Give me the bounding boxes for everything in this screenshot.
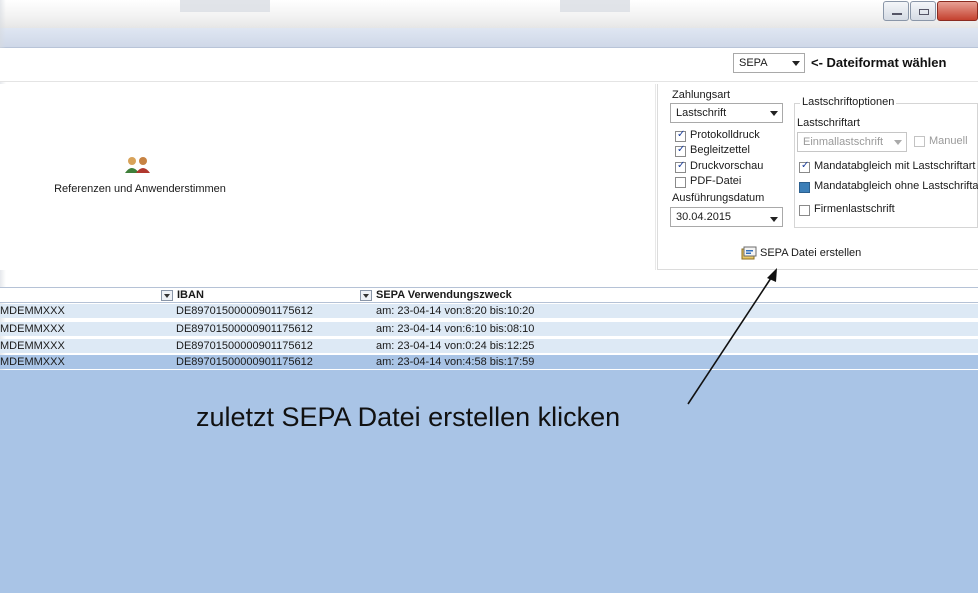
mandate-match-with-checkbox[interactable]	[799, 160, 810, 173]
manual-checkbox[interactable]	[914, 136, 925, 147]
close-button[interactable]	[937, 1, 978, 21]
bic-cell: MDEMMXXX	[0, 305, 65, 317]
table-row[interactable]: MDEMMXXX DE89701500000901175612 am: 23-0…	[0, 322, 978, 336]
execution-date-picker[interactable]: 30.04.2015	[670, 207, 783, 227]
ribbon-strip	[0, 28, 978, 48]
purpose-cell: am: 23-04-14 von:0:24 bis:12:25	[376, 340, 535, 352]
purpose-cell: am: 23-04-14 von:8:20 bis:10:20	[376, 305, 535, 317]
create-sepa-file-button[interactable]: SEPA Datei erstellen	[741, 244, 861, 262]
iban-cell: DE89701500000901175612	[176, 340, 313, 352]
execution-date-label: Ausführungsdatum	[672, 192, 765, 204]
people-icon[interactable]	[124, 156, 152, 174]
column-filter-icon[interactable]	[360, 290, 372, 301]
references-label[interactable]: Referenzen und Anwenderstimmen	[0, 183, 280, 195]
column-header-iban[interactable]: IBAN	[177, 289, 204, 301]
window-titlebar	[0, 0, 978, 28]
chevron-down-icon	[770, 217, 778, 222]
grid-header: IBAN SEPA Verwendungszweck	[0, 287, 978, 303]
protocol-print-checkbox[interactable]	[675, 129, 686, 142]
titlebar-blur	[560, 0, 630, 12]
purpose-cell: am: 23-04-14 von:4:58 bis:17:59	[376, 356, 535, 368]
maximize-icon	[919, 9, 929, 15]
create-sepa-file-label: SEPA Datei erstellen	[760, 247, 862, 259]
execution-date-value: 30.04.2015	[676, 211, 732, 223]
mandate-match-with-label: Mandatabgleich mit Lastschriftart	[814, 160, 976, 172]
table-row[interactable]: MDEMMXXX DE89701500000901175612 am: 23-0…	[0, 339, 978, 353]
pdf-file-checkbox[interactable]	[675, 177, 686, 188]
minimize-icon	[892, 13, 902, 15]
debit-type-value: Einmallastschrift	[803, 136, 884, 148]
chevron-down-icon	[792, 61, 800, 66]
table-row[interactable]: MDEMMXXX DE89701500000901175612 am: 23-0…	[0, 304, 978, 318]
iban-cell: DE89701500000901175612	[176, 305, 313, 317]
column-filter-icon[interactable]	[161, 290, 173, 301]
file-format-hint: <- Dateiformat wählen	[811, 55, 947, 70]
mandate-match-without-label: Mandatabgleich ohne Lastschriftart	[814, 180, 978, 192]
annotation-text: zuletzt SEPA Datei erstellen klicken	[196, 402, 621, 432]
file-format-value: SEPA	[739, 57, 768, 69]
bic-cell: MDEMMXXX	[0, 356, 65, 368]
sepa-file-icon	[741, 246, 757, 260]
references-panel: Referenzen und Anwenderstimmen	[0, 84, 656, 270]
file-format-select[interactable]: SEPA	[733, 53, 805, 73]
mandate-match-without-checkbox[interactable]	[799, 182, 810, 193]
print-preview-checkbox[interactable]	[675, 160, 686, 173]
iban-cell: DE89701500000901175612	[176, 356, 313, 368]
column-header-purpose[interactable]: SEPA Verwendungszweck	[376, 289, 512, 301]
titlebar-blur	[180, 0, 270, 12]
debit-type-select[interactable]: Einmallastschrift	[797, 132, 907, 152]
purpose-cell: am: 23-04-14 von:6:10 bis:08:10	[376, 323, 535, 335]
debit-type-label: Lastschriftart	[797, 117, 860, 129]
debit-options-title: Lastschriftoptionen	[800, 96, 897, 108]
payment-type-value: Lastschrift	[676, 107, 727, 119]
chevron-down-icon	[894, 140, 902, 145]
bic-cell: MDEMMXXX	[0, 340, 65, 352]
maximize-button[interactable]	[910, 1, 936, 21]
option-label: Druckvorschau	[690, 160, 764, 172]
minimize-button[interactable]	[883, 1, 909, 21]
table-row-selected[interactable]: MDEMMXXX DE89701500000901175612 am: 23-0…	[0, 355, 978, 369]
option-label: PDF-Datei	[690, 175, 742, 187]
company-debit-label: Firmenlastschrift	[814, 203, 895, 215]
option-label: Protokolldruck	[690, 129, 760, 141]
chevron-down-icon	[770, 111, 778, 116]
payment-type-select[interactable]: Lastschrift	[670, 103, 783, 123]
option-label: Begleitzettel	[690, 144, 750, 156]
payment-type-label: Zahlungsart	[672, 89, 731, 101]
bic-cell: MDEMMXXX	[0, 323, 65, 335]
company-debit-checkbox[interactable]	[799, 205, 810, 216]
iban-cell: DE89701500000901175612	[176, 323, 313, 335]
cover-sheet-checkbox[interactable]	[675, 144, 686, 157]
manual-label: Manuell	[929, 135, 968, 147]
